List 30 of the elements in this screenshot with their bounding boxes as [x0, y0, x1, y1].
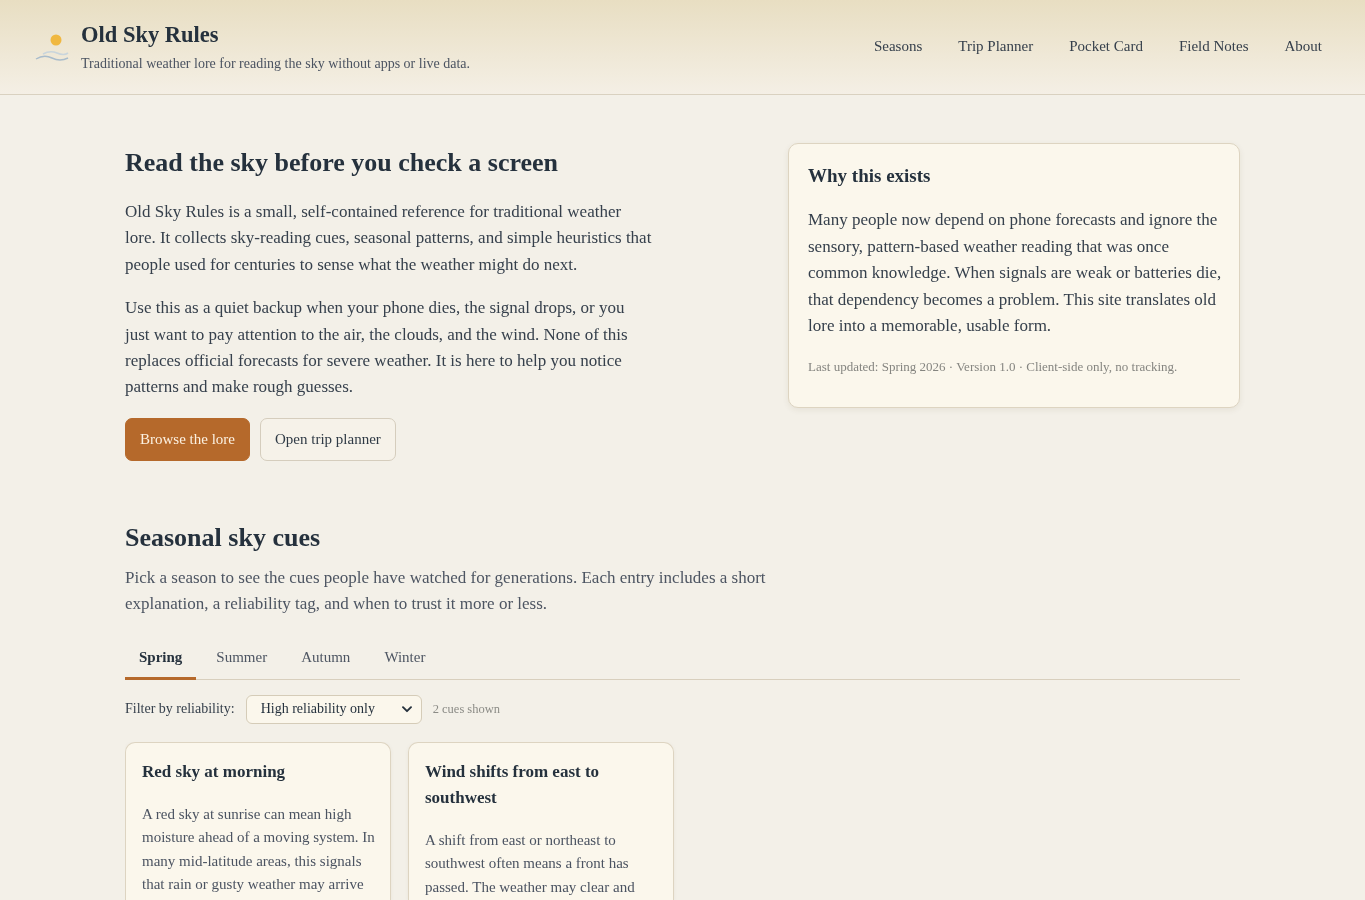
intro-paragraph: Old Sky Rules is a small, self-contained reference for traditional weather lore. It collects sky-reading cues, seasonal patterns, and simple heuristics that people used for centuries to sense what the weather might do next.: [125, 201, 653, 276]
card-meta: Last updated: Spring 2026 · Version 1.0 · Client-side only, no tracking.: [808, 357, 1179, 376]
nav-link[interactable]: Seasons: [873, 36, 923, 56]
season-tab[interactable]: Summer: [202, 636, 282, 680]
page-heading: Read the sky before you check a screen: [125, 147, 560, 179]
nav-link[interactable]: Field Notes: [1178, 36, 1249, 56]
result-count: 2 cues shown: [432, 701, 500, 717]
sun-over-waves-icon: [35, 32, 69, 62]
card-title: Why this exists: [808, 164, 932, 188]
chevron-down-icon: [401, 705, 412, 713]
filter-label: Filter by reliability:: [125, 701, 235, 718]
section-intro: Pick a season to see the cues people have watched for generations. Each entry includes a short explanation, a reliability tag, and when to trust it more or less.: [125, 566, 767, 615]
intro-paragraph: Use this as a quiet backup when your phone dies, the signal drops, or you just want to pay attention to the air, the clouds, and the wind. None of this replaces official forecasts for severe weather. It is here to help you notice patterns and make rough guesses.: [125, 297, 629, 399]
season-tab[interactable]: Autumn: [287, 636, 365, 680]
cue-description: A shift from east or northeast to southwest often means a front has passed. The weather may clear and: [425, 830, 636, 897]
reliability-select[interactable]: High reliability only: [245, 694, 422, 724]
nav-link[interactable]: Pocket Card: [1069, 36, 1143, 56]
nav-link[interactable]: About: [1284, 36, 1322, 56]
primary-button[interactable]: Browse the lore: [125, 417, 250, 461]
nav-link[interactable]: Trip Planner: [958, 36, 1034, 56]
site-title: Old Sky Rules: [81, 20, 220, 49]
site-tagline: Traditional weather lore for reading the sky without apps or live data.: [81, 54, 471, 73]
cue-title: Wind shifts from east to southwest: [425, 760, 601, 809]
section-heading: Seasonal sky cues: [125, 521, 322, 553]
card-text: Many people now depend on phone forecasts and ignore the sensory, pattern-based weather reading that was once common knowledge. When signals are weak or batteries die, that dependency becomes a problem. This site translates old lore into a memorable, usable form.: [808, 209, 1223, 337]
cue-description: A red sky at sunrise can mean high moisture ahead of a moving system. In many mid-latitude areas, this signals that rain or gusty weather may arrive: [142, 804, 376, 895]
season-tab[interactable]: Winter: [370, 636, 440, 680]
secondary-button[interactable]: Open trip planner: [260, 417, 396, 461]
cue-title: Red sky at morning: [142, 760, 287, 783]
season-tab[interactable]: Spring: [125, 636, 197, 680]
